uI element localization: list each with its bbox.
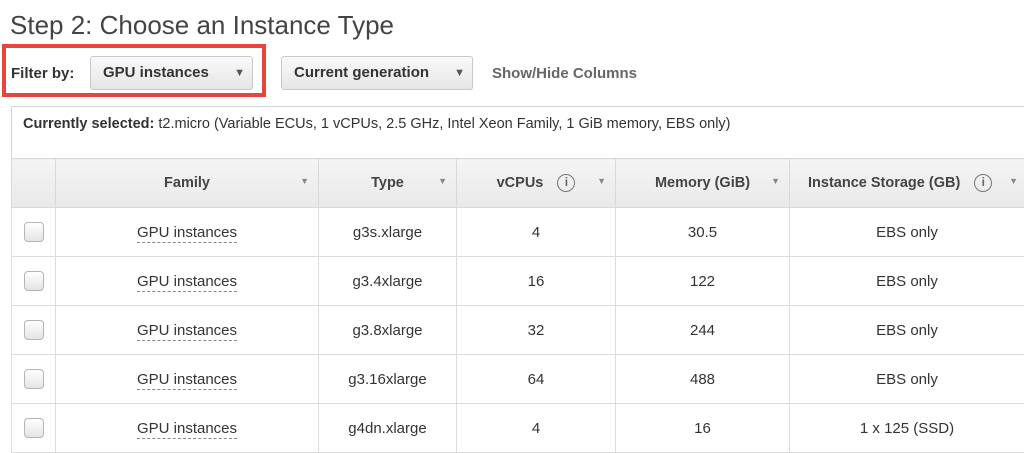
sort-caret-icon[interactable]: ▼ xyxy=(300,176,309,186)
table-row[interactable]: GPU instances g3.4xlarge 16 122 EBS only xyxy=(11,256,1024,306)
row-checkbox[interactable] xyxy=(23,271,44,291)
table-row[interactable]: GPU instances g3.16xlarge 64 488 EBS onl… xyxy=(11,354,1024,404)
info-icon[interactable]: i xyxy=(557,174,576,192)
column-header-label: vCPUs xyxy=(496,174,544,191)
chevron-down-icon: ▼ xyxy=(234,67,245,79)
family-filter-value: GPU instances xyxy=(103,64,209,81)
column-header-type[interactable]: Type ▼ xyxy=(318,158,457,208)
memory-cell: 244 xyxy=(615,305,790,355)
storage-cell: 1 x 125 (SSD) xyxy=(789,403,1024,453)
vcpus-cell: 16 xyxy=(456,256,616,306)
storage-cell: EBS only xyxy=(789,305,1024,355)
row-checkbox[interactable] xyxy=(23,320,44,340)
type-cell: g3.4xlarge xyxy=(318,256,457,306)
memory-cell: 30.5 xyxy=(615,207,790,257)
chevron-down-icon: ▼ xyxy=(454,67,465,79)
column-header-label: Family xyxy=(164,175,210,191)
type-cell: g4dn.xlarge xyxy=(318,403,457,453)
family-link[interactable]: GPU instances xyxy=(136,272,238,292)
vcpus-cell: 4 xyxy=(456,207,616,257)
sort-caret-icon[interactable]: ▼ xyxy=(771,176,780,186)
type-cell: g3.8xlarge xyxy=(318,305,457,355)
column-header-label: Memory (GiB) xyxy=(654,175,751,191)
sort-caret-icon[interactable]: ▼ xyxy=(597,176,606,186)
column-header-memory[interactable]: Memory (GiB) ▼ xyxy=(615,158,790,208)
table-row[interactable]: GPU instances g3s.xlarge 4 30.5 EBS only xyxy=(11,207,1024,257)
storage-cell: EBS only xyxy=(789,256,1024,306)
currently-selected-value: t2.micro (Variable ECUs, 1 vCPUs, 2.5 GH… xyxy=(158,116,731,132)
family-link[interactable]: GPU instances xyxy=(136,223,238,243)
family-link[interactable]: GPU instances xyxy=(136,370,238,390)
row-checkbox[interactable] xyxy=(23,222,44,242)
vcpus-cell: 64 xyxy=(456,354,616,404)
info-icon[interactable]: i xyxy=(974,174,993,192)
currently-selected: Currently selected: t2.micro (Variable E… xyxy=(23,116,731,132)
generation-filter-value: Current generation xyxy=(294,64,430,81)
select-column-header xyxy=(11,158,56,208)
table-header-row: Family ▼ Type ▼ vCPUs i ▼ Memory (GiB) ▼… xyxy=(11,158,1024,208)
page-title: Step 2: Choose an Instance Type xyxy=(10,10,395,40)
column-header-label: Type xyxy=(371,175,404,191)
instance-type-table: Family ▼ Type ▼ vCPUs i ▼ Memory (GiB) ▼… xyxy=(11,158,1024,453)
type-cell: g3.16xlarge xyxy=(318,354,457,404)
table-row[interactable]: GPU instances g3.8xlarge 32 244 EBS only xyxy=(11,305,1024,355)
table-row[interactable]: GPU instances g4dn.xlarge 4 16 1 x 125 (… xyxy=(11,403,1024,453)
memory-cell: 122 xyxy=(615,256,790,306)
vcpus-cell: 4 xyxy=(456,403,616,453)
family-filter-select[interactable]: GPU instances ▼ xyxy=(90,56,253,90)
column-header-vcpus[interactable]: vCPUs i ▼ xyxy=(456,158,616,208)
family-link[interactable]: GPU instances xyxy=(136,419,238,439)
currently-selected-label: Currently selected: xyxy=(23,116,155,132)
row-checkbox[interactable] xyxy=(23,418,44,438)
sort-caret-icon[interactable]: ▼ xyxy=(438,176,447,186)
column-header-family[interactable]: Family ▼ xyxy=(55,158,319,208)
column-header-instance-storage[interactable]: Instance Storage (GB) i ▼ xyxy=(789,158,1024,208)
type-cell: g3s.xlarge xyxy=(318,207,457,257)
filter-label: Filter by: xyxy=(11,65,75,82)
sort-caret-icon[interactable]: ▼ xyxy=(1009,176,1018,186)
vcpus-cell: 32 xyxy=(456,305,616,355)
memory-cell: 16 xyxy=(615,403,790,453)
family-link[interactable]: GPU instances xyxy=(136,321,238,341)
generation-filter-select[interactable]: Current generation ▼ xyxy=(281,56,473,90)
column-header-label: Instance Storage (GB) xyxy=(808,174,961,191)
storage-cell: EBS only xyxy=(789,354,1024,404)
show-hide-columns-link[interactable]: Show/Hide Columns xyxy=(492,65,637,82)
row-checkbox[interactable] xyxy=(23,369,44,389)
storage-cell: EBS only xyxy=(789,207,1024,257)
memory-cell: 488 xyxy=(615,354,790,404)
